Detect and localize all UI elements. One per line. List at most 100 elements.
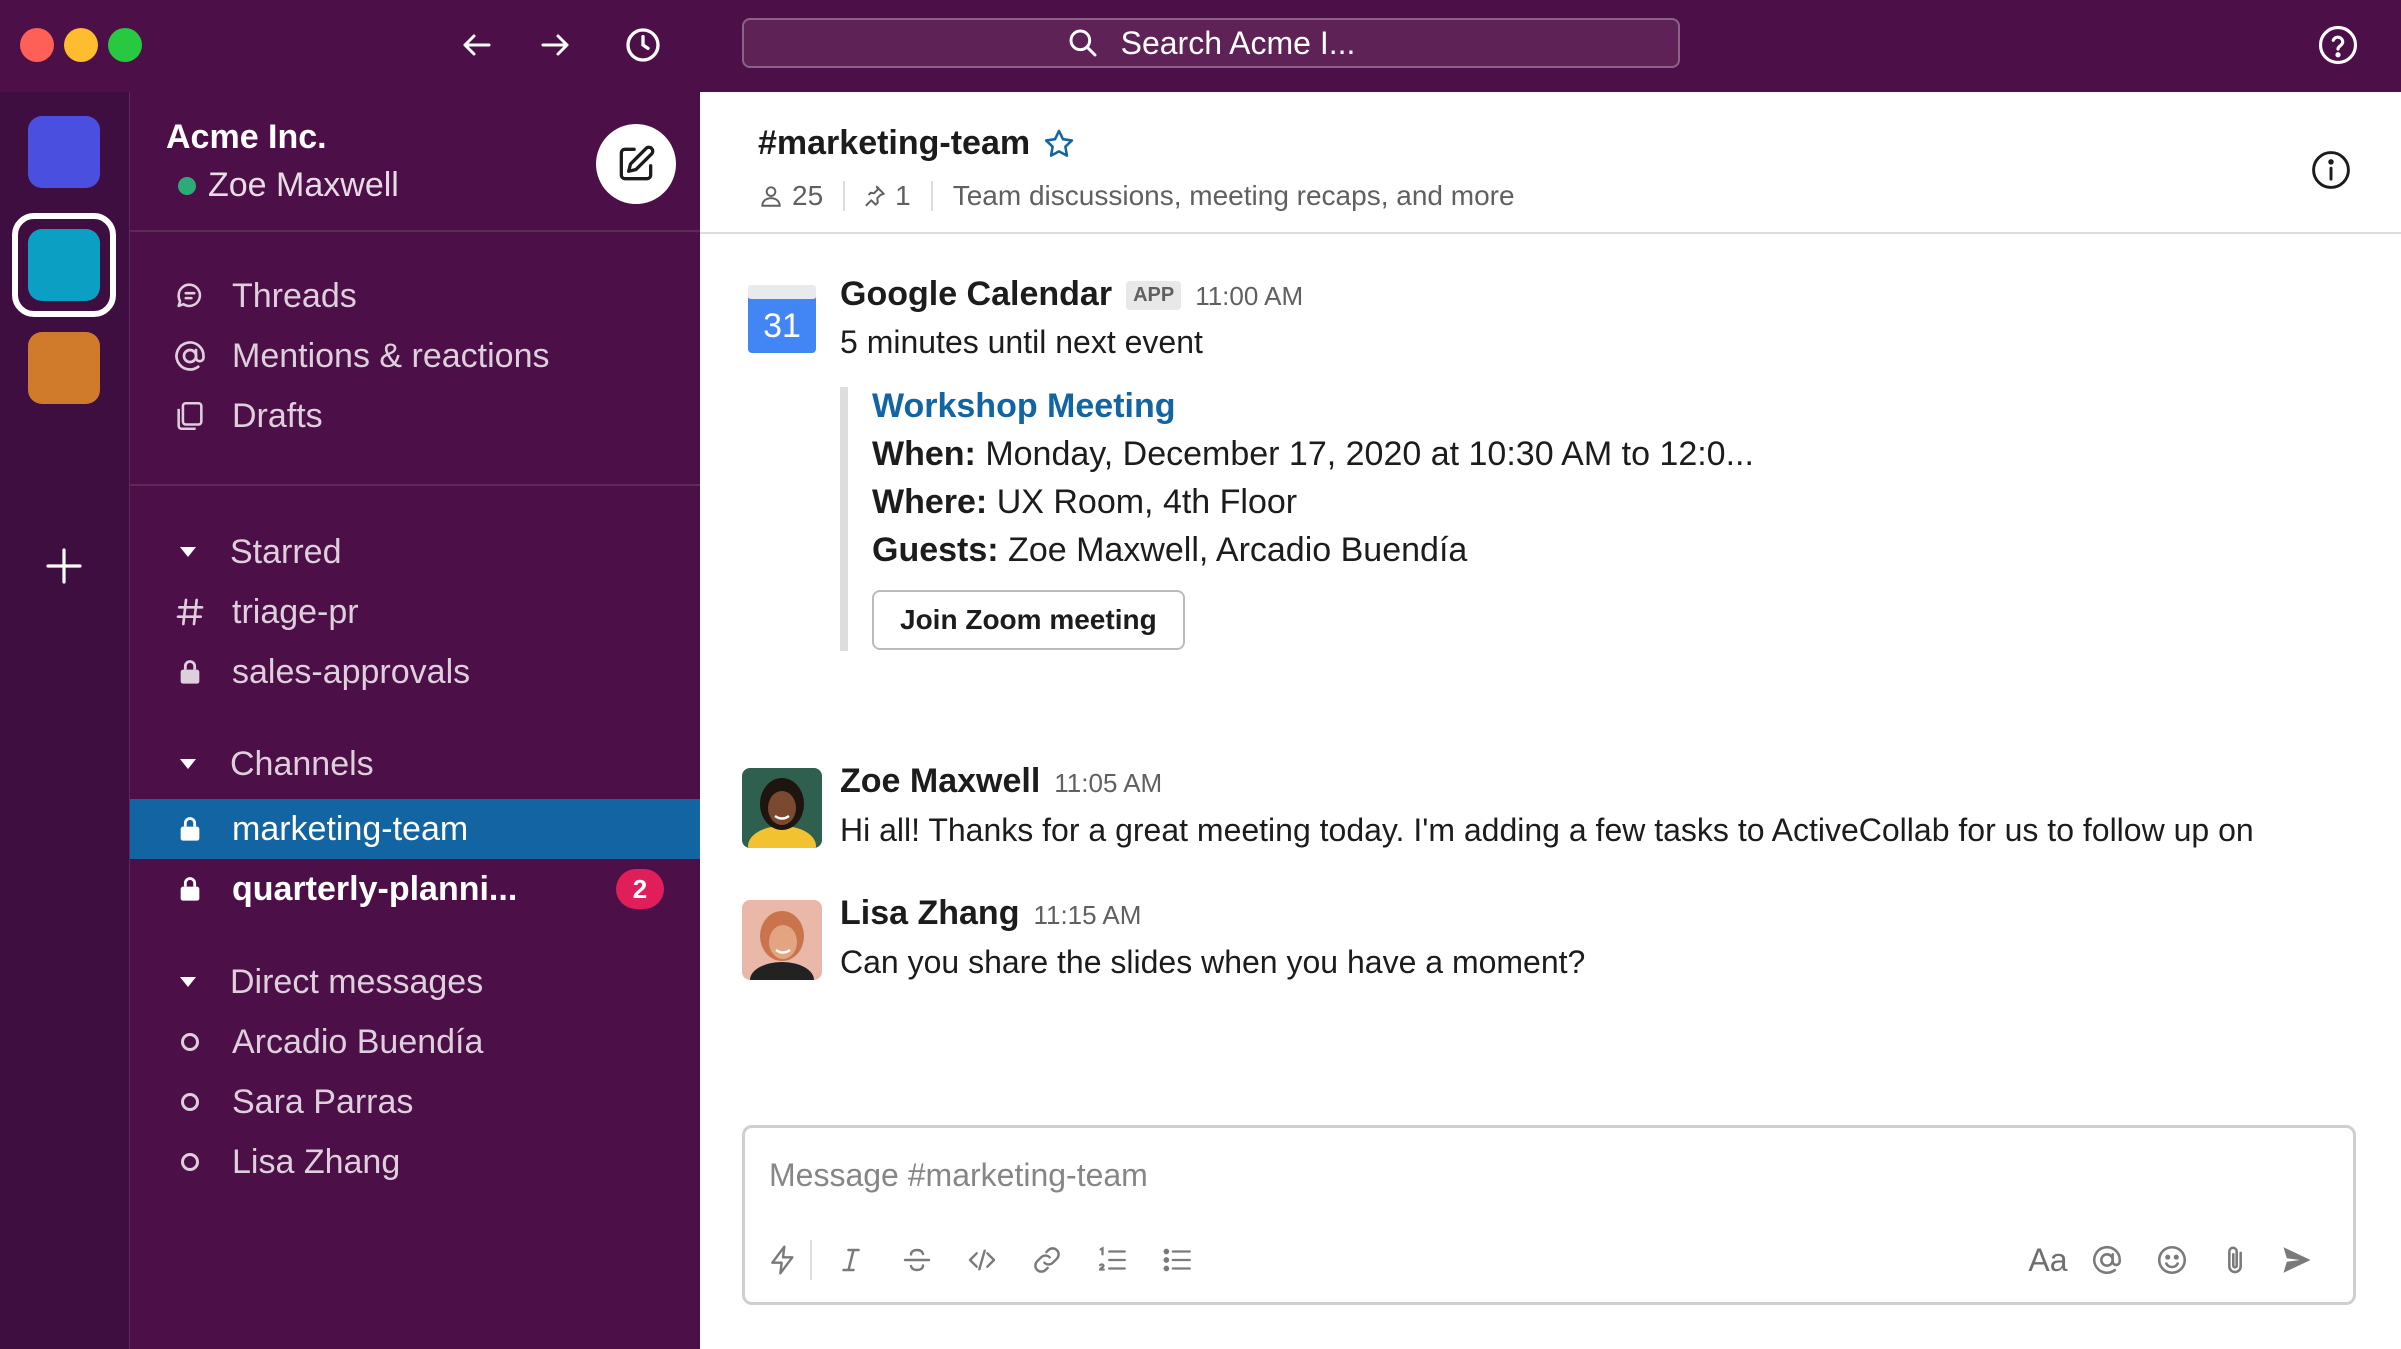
history-button[interactable] [620, 22, 666, 68]
workspace-switcher-3[interactable] [28, 332, 100, 404]
lightning-icon [771, 1245, 794, 1275]
sidebar-item-label: triage-pr [232, 592, 359, 631]
add-workspace-button[interactable] [40, 542, 88, 590]
hash-icon [170, 596, 210, 628]
code-button[interactable] [960, 1238, 1004, 1282]
sender-name[interactable]: Google Calendar [840, 275, 1112, 314]
pinned-count[interactable]: 1 [861, 180, 911, 212]
close-window-button[interactable] [20, 28, 54, 62]
message-header: Zoe Maxwell 11:05 AM [840, 762, 1162, 801]
zoom-window-button[interactable] [108, 28, 142, 62]
strikethrough-icon [903, 1248, 931, 1272]
message-timestamp[interactable]: 11:15 AM [1033, 900, 1141, 931]
event-when: When: Monday, December 17, 2020 at 10:30… [872, 435, 1754, 473]
current-user-name: Zoe Maxwell [208, 166, 399, 204]
link-icon [1034, 1247, 1060, 1273]
paperclip-icon [2228, 1246, 2242, 1274]
sidebar-item-sales-approvals[interactable]: sales-approvals [130, 642, 700, 702]
section-label: Direct messages [230, 962, 484, 1001]
strikethrough-button[interactable] [895, 1238, 939, 1282]
info-icon[interactable] [2309, 148, 2353, 192]
at-icon [2092, 1245, 2122, 1274]
bulleted-list-button[interactable] [1155, 1238, 1199, 1282]
away-status-icon [181, 1153, 199, 1171]
title-bar: Search Acme I... [0, 0, 2401, 92]
sidebar-item-mentions[interactable]: Mentions & reactions [130, 326, 700, 386]
section-header-starred[interactable]: Starred [130, 522, 700, 582]
section-label: Channels [230, 744, 374, 783]
sidebar-item-label: marketing-team [232, 809, 469, 848]
caret-down-icon [168, 752, 208, 776]
message-composer: Aa [742, 1125, 2356, 1305]
message-header: Google Calendar APP 11:00 AM [840, 275, 1303, 314]
sender-name[interactable]: Zoe Maxwell [840, 762, 1040, 801]
section-header-channels[interactable]: Channels [130, 734, 700, 794]
message-timestamp[interactable]: 11:05 AM [1054, 768, 1162, 799]
sidebar-item-quarterly-planning[interactable]: quarterly-planni... 2 [130, 859, 700, 919]
shortcuts-button[interactable] [761, 1238, 805, 1282]
star-icon[interactable] [1042, 127, 1076, 161]
event-attachment: Workshop Meeting When: Monday, December … [840, 387, 1754, 651]
forward-button[interactable] [532, 22, 578, 68]
ordered-list-button[interactable] [1090, 1238, 1134, 1282]
attach-file-button[interactable] [2213, 1238, 2257, 1282]
emoji-icon [2157, 1245, 2187, 1275]
meta-divider [930, 181, 933, 211]
message-lisa-zhang: Lisa Zhang 11:15 AM Can you share the sl… [700, 802, 2401, 980]
sidebar-item-label: Threads [232, 276, 357, 315]
arrow-left-icon [463, 34, 491, 56]
plus-icon [46, 548, 82, 584]
sidebar-item-dm-lisa[interactable]: Lisa Zhang [130, 1132, 700, 1192]
sidebar-item-dm-arcadio[interactable]: Arcadio Buendía [130, 1012, 700, 1072]
workspace-rail [0, 92, 130, 1349]
away-status-icon [181, 1093, 199, 1111]
channel-meta: 25 1 Team discussions, meeting recaps, a… [758, 180, 1515, 212]
link-button[interactable] [1025, 1238, 1069, 1282]
workspace-switcher-1[interactable] [28, 116, 100, 188]
channel-view: #marketing-team 25 1 Team discussions, m… [700, 92, 2401, 1349]
sidebar-item-dm-sara[interactable]: Sara Parras [130, 1072, 700, 1132]
channel-topic[interactable]: Team discussions, meeting recaps, and mo… [953, 180, 1515, 212]
unread-badge: 2 [616, 869, 664, 909]
sidebar-item-drafts[interactable]: Drafts [130, 386, 700, 446]
sidebar-item-triage-pr[interactable]: triage-pr [130, 582, 700, 642]
minimize-window-button[interactable] [64, 28, 98, 62]
message-input[interactable] [767, 1146, 2331, 1204]
join-zoom-button[interactable]: Join Zoom meeting [872, 590, 1185, 650]
app-badge: APP [1126, 281, 1182, 310]
avatar[interactable] [742, 900, 822, 980]
arrow-right-icon [541, 34, 569, 56]
channel-name[interactable]: #marketing-team [758, 124, 1030, 163]
sender-name[interactable]: Lisa Zhang [840, 894, 1019, 933]
lock-icon [170, 815, 210, 843]
mention-button[interactable] [2085, 1238, 2129, 1282]
threads-icon [170, 279, 210, 313]
sidebar-item-marketing-team[interactable]: marketing-team [130, 799, 700, 859]
section-header-direct-messages[interactable]: Direct messages [130, 952, 700, 1012]
ordered-list-icon [1098, 1246, 1126, 1271]
new-message-button[interactable] [596, 124, 676, 204]
current-user[interactable]: Zoe Maxwell [178, 166, 399, 205]
workspace-name[interactable]: Acme Inc. [166, 118, 327, 157]
sidebar-item-label: Drafts [232, 396, 323, 435]
member-count[interactable]: 25 [758, 180, 823, 212]
message-timestamp[interactable]: 11:00 AM [1195, 281, 1303, 312]
caret-down-icon [168, 970, 208, 994]
send-button[interactable] [2275, 1238, 2319, 1282]
search-icon [1069, 29, 1097, 57]
sidebar-item-label: sales-approvals [232, 652, 471, 691]
workspace-switcher-2[interactable] [28, 229, 100, 301]
emoji-button[interactable] [2150, 1238, 2194, 1282]
event-title-link[interactable]: Workshop Meeting [872, 387, 1176, 426]
sidebar-item-label: Arcadio Buendía [232, 1022, 484, 1061]
workspace-header: Acme Inc. Zoe Maxwell [130, 92, 700, 232]
formatting-toggle-button[interactable]: Aa [2020, 1238, 2076, 1282]
google-calendar-avatar[interactable]: 31 [742, 279, 822, 359]
search-input[interactable]: Search Acme I... [742, 18, 1680, 68]
search-placeholder: Search Acme I... [1120, 24, 1356, 61]
sidebar-item-threads[interactable]: Threads [130, 266, 700, 326]
help-button[interactable] [2315, 22, 2361, 68]
user-photo-icon [742, 900, 822, 980]
back-button[interactable] [454, 22, 500, 68]
italic-button[interactable] [829, 1238, 873, 1282]
